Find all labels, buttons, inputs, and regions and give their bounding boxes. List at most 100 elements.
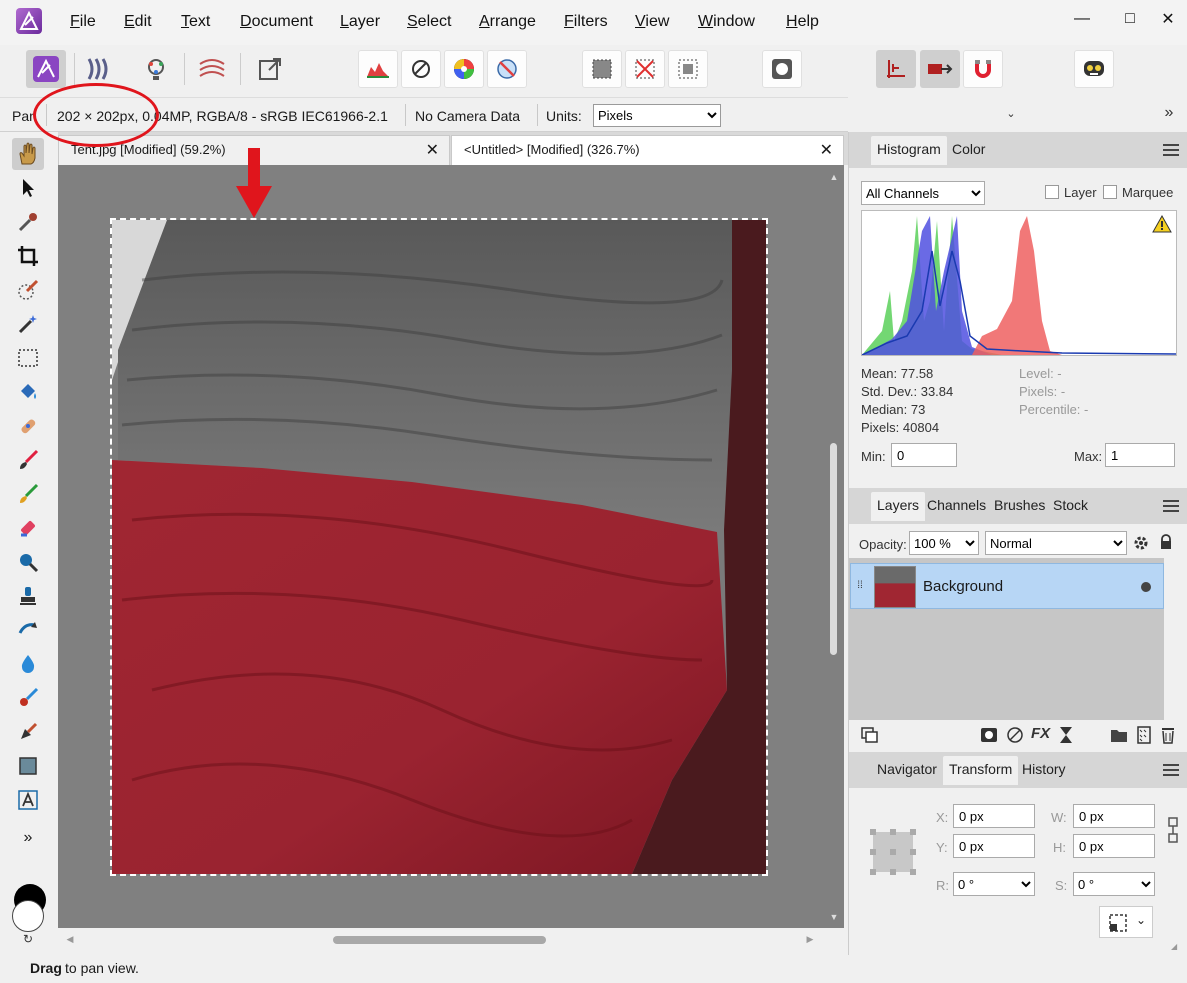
auto-adjust-button[interactable] (487, 50, 527, 88)
photo-persona-button[interactable] (26, 50, 66, 88)
height-input[interactable] (1073, 834, 1155, 858)
link-aspect-ratio-icon[interactable] (1167, 816, 1179, 844)
snapping-button[interactable] (876, 50, 916, 88)
pan-tool[interactable] (12, 138, 44, 170)
menu-view[interactable]: View (635, 13, 669, 31)
flood-fill-tool[interactable] (12, 376, 44, 408)
x-input[interactable] (953, 804, 1035, 828)
panel-menu-icon[interactable] (1163, 764, 1179, 776)
tab-transform[interactable]: Transform (943, 756, 1019, 785)
snap-to-selection-button[interactable] (920, 50, 960, 88)
tab-untitled[interactable]: <Untitled> [Modified] (326.7%) ✕ (451, 135, 844, 165)
adjustment-layer-icon[interactable] (1006, 726, 1024, 744)
gear-icon[interactable] (1133, 535, 1149, 551)
select-all-button[interactable] (582, 50, 622, 88)
scroll-right-icon[interactable]: ▶ (804, 933, 816, 945)
blur-brush-tool[interactable] (12, 648, 44, 680)
minimize-button[interactable]: — (1068, 8, 1096, 30)
marquee-checkbox[interactable] (1103, 185, 1117, 199)
menu-text[interactable]: Text (181, 13, 210, 31)
chevron-down-icon[interactable]: ⌄ (1004, 103, 1018, 123)
shear-select[interactable]: 0 ° (1073, 872, 1155, 896)
vertical-scroll-thumb[interactable] (830, 443, 837, 655)
tone-mapping-persona-button[interactable] (192, 50, 232, 88)
layer-row-background[interactable]: ⁞⁞ Background (850, 563, 1164, 609)
menu-file[interactable]: File (70, 13, 96, 31)
assistant-button[interactable] (1074, 50, 1114, 88)
layer-name[interactable]: Background (923, 578, 1003, 595)
crop-tool[interactable] (12, 240, 44, 272)
panel-menu-icon[interactable] (1163, 144, 1179, 156)
pen-tool[interactable] (12, 716, 44, 748)
erase-brush-tool[interactable] (12, 512, 44, 544)
close-tab-icon[interactable]: ✕ (426, 140, 439, 160)
selection-brush-tool[interactable] (12, 274, 44, 306)
menu-edit[interactable]: Edit (124, 13, 152, 31)
tab-navigator[interactable]: Navigator (877, 761, 937, 777)
width-input[interactable] (1073, 804, 1155, 828)
layer-drag-handle-icon[interactable]: ⁞⁞ (854, 577, 866, 593)
develop-persona-button[interactable] (136, 50, 176, 88)
quick-mask-button[interactable] (762, 50, 802, 88)
healing-brush-tool[interactable] (12, 410, 44, 442)
tab-layers[interactable]: Layers (871, 492, 926, 521)
red-eye-tool[interactable] (12, 682, 44, 714)
tab-brushes[interactable]: Brushes (994, 497, 1045, 513)
move-tool[interactable] (12, 172, 44, 204)
maximize-button[interactable]: □ (1116, 8, 1144, 30)
deselect-button[interactable] (625, 50, 665, 88)
layer-checkbox[interactable] (1045, 185, 1059, 199)
chevron-down-icon[interactable]: ⌄ (1136, 913, 1146, 927)
toolbar-overflow-icon[interactable]: » (1160, 103, 1178, 123)
secondary-color-swatch[interactable] (12, 900, 44, 932)
paint-brush-tool[interactable] (12, 444, 44, 476)
more-tools-button[interactable]: » (12, 822, 44, 854)
resize-grip-icon[interactable]: ◢ (1171, 942, 1183, 954)
channel-select[interactable]: All Channels (861, 181, 985, 205)
layer-visibility-icon[interactable] (1141, 582, 1151, 592)
live-filter-icon[interactable] (1059, 726, 1073, 744)
lock-icon[interactable] (1159, 534, 1173, 551)
artistic-text-tool[interactable] (12, 784, 44, 816)
max-input[interactable] (1105, 443, 1175, 467)
menu-select[interactable]: Select (407, 13, 451, 31)
invert-selection-button[interactable] (668, 50, 708, 88)
document-image[interactable] (110, 218, 768, 876)
close-window-button[interactable]: ✕ (1154, 8, 1182, 30)
add-pixel-layer-icon[interactable] (1137, 726, 1151, 744)
export-persona-button[interactable] (250, 50, 290, 88)
levels-button[interactable] (358, 50, 398, 88)
menu-help[interactable]: Help (786, 13, 819, 31)
color-picker-tool[interactable] (12, 206, 44, 238)
horizontal-scrollbar[interactable]: ◀ ▶ (58, 928, 828, 952)
snapping-options-button[interactable] (963, 50, 1003, 88)
menu-window[interactable]: Window (698, 13, 755, 31)
tab-color[interactable]: Color (952, 141, 985, 157)
flood-select-tool[interactable] (12, 308, 44, 340)
menu-arrange[interactable]: Arrange (479, 13, 536, 31)
rotation-select[interactable]: 0 ° (953, 872, 1035, 896)
swap-colors-icon[interactable]: ↻ (20, 932, 36, 946)
fx-icon[interactable]: FX (1031, 725, 1050, 742)
tab-history[interactable]: History (1022, 761, 1066, 777)
y-input[interactable] (953, 834, 1035, 858)
folder-icon[interactable] (1110, 727, 1128, 743)
rectangle-tool[interactable] (12, 750, 44, 782)
marquee-tool[interactable] (12, 342, 44, 374)
tab-histogram[interactable]: Histogram (871, 136, 947, 165)
blend-mode-select[interactable]: Normal (985, 531, 1127, 555)
dodge-tool[interactable] (12, 546, 44, 578)
tab-channels[interactable]: Channels (927, 497, 986, 513)
min-input[interactable] (891, 443, 957, 467)
scroll-left-icon[interactable]: ◀ (64, 933, 76, 945)
clone-brush-tool[interactable] (12, 580, 44, 612)
tab-stock[interactable]: Stock (1053, 497, 1088, 513)
menu-filters[interactable]: Filters (564, 13, 608, 31)
vertical-scrollbar[interactable]: ▲ ▼ (826, 165, 842, 928)
white-balance-button[interactable] (401, 50, 441, 88)
mask-layer-icon[interactable] (980, 727, 998, 743)
horizontal-scroll-thumb[interactable] (333, 936, 546, 944)
panel-menu-icon[interactable] (1163, 500, 1179, 512)
scroll-down-icon[interactable]: ▼ (828, 911, 840, 923)
smudge-tool[interactable] (12, 614, 44, 646)
